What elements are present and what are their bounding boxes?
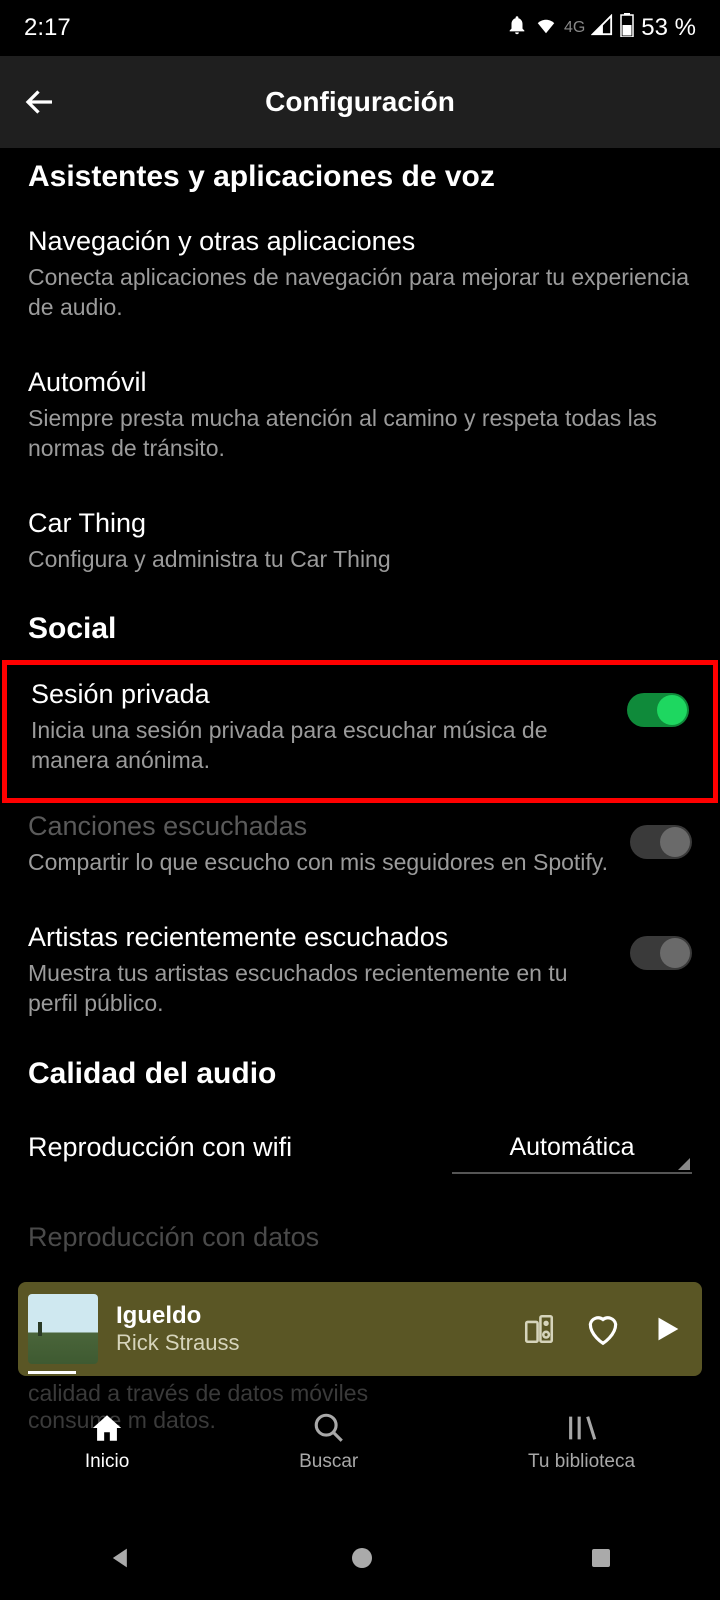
- cut-off-item-title: Reproducción con datos: [0, 1222, 720, 1253]
- private-session-toggle[interactable]: [627, 693, 689, 727]
- setting-car-thing-title: Car Thing: [28, 508, 692, 539]
- nav-library[interactable]: Tu biblioteca: [528, 1411, 635, 1473]
- miniplayer-progress: [28, 1371, 76, 1374]
- system-back-icon[interactable]: [107, 1544, 135, 1577]
- section-audio-quality: Calidad del audio: [0, 1045, 720, 1105]
- setting-car-thing[interactable]: Car Thing Configura y administra tu Car …: [0, 490, 720, 601]
- miniplayer-track-title: Igueldo: [116, 1302, 504, 1330]
- setting-car-sub: Siempre presta mucha atención al camino …: [28, 404, 692, 464]
- setting-car[interactable]: Automóvil Siempre presta mucha atención …: [0, 349, 720, 490]
- setting-recent-artists-sub: Muestra tus artistas escuchados reciente…: [28, 959, 610, 1019]
- setting-listening-activity[interactable]: Canciones escuchadas Compartir lo que es…: [0, 803, 720, 904]
- setting-private-title: Sesión privada: [31, 679, 607, 710]
- setting-recent-artists[interactable]: Artistas recientemente escuchados Muestr…: [0, 904, 720, 1045]
- battery-icon: [619, 13, 635, 44]
- bottom-nav: Inicio Buscar Tu biblioteca: [0, 1390, 720, 1494]
- setting-nav-apps-title: Navegación y otras aplicaciones: [28, 226, 692, 257]
- section-voice-assistants: Asistentes y aplicaciones de voz: [0, 148, 720, 208]
- status-bar: 2:17 4G 53 %: [0, 0, 720, 56]
- nav-home[interactable]: Inicio: [85, 1411, 129, 1473]
- signal-icon: [591, 14, 613, 43]
- recent-artists-toggle[interactable]: [630, 936, 692, 970]
- wifi-quality-dropdown[interactable]: Automática: [452, 1121, 692, 1174]
- setting-wifi-title: Reproducción con wifi: [28, 1132, 432, 1163]
- setting-nav-apps-sub: Conecta aplicaciones de navegación para …: [28, 263, 692, 323]
- wifi-icon: [534, 14, 558, 43]
- play-icon[interactable]: [650, 1312, 684, 1346]
- nav-search-label: Buscar: [299, 1451, 358, 1473]
- system-home-icon[interactable]: [350, 1546, 374, 1575]
- alarm-icon: [506, 14, 528, 43]
- setting-wifi-streaming[interactable]: Reproducción con wifi Automática: [0, 1105, 720, 1192]
- clock: 2:17: [24, 14, 71, 42]
- setting-recent-artists-title: Artistas recientemente escuchados: [28, 922, 610, 953]
- page-title: Configuración: [20, 86, 700, 118]
- devices-icon[interactable]: [522, 1312, 556, 1346]
- setting-listened-sub: Compartir lo que escucho con mis seguido…: [28, 848, 610, 878]
- listening-activity-toggle[interactable]: [630, 825, 692, 859]
- miniplayer-cover: [28, 1294, 98, 1364]
- section-social: Social: [0, 600, 720, 660]
- heart-icon[interactable]: [584, 1310, 622, 1348]
- system-nav-bar: [0, 1520, 720, 1600]
- settings-header: Configuración: [0, 56, 720, 148]
- nav-library-label: Tu biblioteca: [528, 1451, 635, 1473]
- setting-car-thing-sub: Configura y administra tu Car Thing: [28, 545, 692, 575]
- setting-listened-title: Canciones escuchadas: [28, 811, 610, 842]
- setting-car-title: Automóvil: [28, 367, 692, 398]
- battery-percent: 53 %: [641, 14, 696, 42]
- nav-search[interactable]: Buscar: [299, 1411, 358, 1473]
- network-label: 4G: [564, 19, 585, 37]
- setting-nav-apps[interactable]: Navegación y otras aplicaciones Conecta …: [0, 208, 720, 349]
- nav-home-label: Inicio: [85, 1451, 129, 1473]
- setting-private-sub: Inicia una sesión privada para escuchar …: [31, 716, 607, 776]
- miniplayer-artist: Rick Strauss: [116, 1330, 504, 1356]
- miniplayer[interactable]: Igueldo Rick Strauss: [18, 1282, 702, 1376]
- system-recents-icon[interactable]: [589, 1546, 613, 1575]
- setting-private-session[interactable]: Sesión privada Inicia una sesión privada…: [2, 660, 718, 803]
